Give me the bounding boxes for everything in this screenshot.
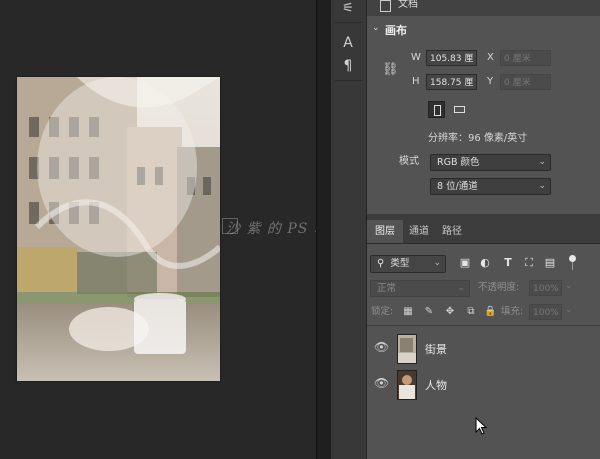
landscape-orientation-button[interactable] xyxy=(451,101,468,118)
lock-label: 锁定: xyxy=(371,306,394,317)
y-input[interactable]: 0 厘米 xyxy=(500,74,551,90)
layers-tab-bar: 图层 通道 路径 xyxy=(367,220,600,244)
mode-label: 模式 xyxy=(399,156,419,167)
x-label: X xyxy=(487,52,494,63)
portrait-orientation-button[interactable] xyxy=(428,101,445,118)
bit-depth-value: 8 位/通道 xyxy=(437,181,478,192)
lock-all-icon[interactable]: 🔒 xyxy=(484,306,496,318)
resolution-text: 分辨率：96 像素/英寸 xyxy=(428,133,528,144)
properties-header: 文档 xyxy=(367,0,600,16)
opacity-dropdown-icon[interactable]: ⌄ xyxy=(565,281,573,291)
watermark-logo-icon xyxy=(222,218,238,234)
panel-icon-strip: ⚟ A ¶ xyxy=(331,0,367,459)
chevron-down-icon: ⌄ xyxy=(538,181,546,191)
x-input[interactable]: 0 厘米 xyxy=(500,50,551,66)
lock-artboard-icon[interactable]: ⧉ xyxy=(465,306,477,318)
filter-type-icon[interactable]: T xyxy=(501,256,515,270)
layer-thumbnail xyxy=(397,334,417,364)
layer-row[interactable]: 👁 人物 xyxy=(367,366,600,402)
tab-paths[interactable]: 路径 xyxy=(435,220,469,243)
mouse-cursor-icon xyxy=(475,417,487,435)
layer-name: 街景 xyxy=(425,343,447,356)
panel-divider[interactable] xyxy=(316,0,331,459)
y-label: Y xyxy=(487,76,494,87)
properties-icon[interactable]: ⚟ xyxy=(337,0,359,18)
canvas-section-title: 画布 xyxy=(385,24,407,37)
lock-image-icon[interactable]: ✎ xyxy=(423,306,435,318)
color-mode-value: RGB 颜色 xyxy=(437,157,480,168)
chevron-down-icon: ⌄ xyxy=(433,258,441,268)
bit-depth-select[interactable]: 8 位/通道 ⌄ xyxy=(430,178,551,195)
right-panel: 文档 ⌄ 画布 ⛓ W 105.83 厘 X 0 厘米 H 158.75 厘 Y… xyxy=(367,0,600,459)
filter-pixel-icon[interactable]: ▣ xyxy=(458,256,472,270)
opacity-label: 不透明度: xyxy=(478,282,520,293)
visibility-eye-icon[interactable]: 👁 xyxy=(374,377,389,389)
filter-smart-object-icon[interactable]: ▤ xyxy=(543,256,557,270)
document-icon xyxy=(380,0,391,12)
layer-row[interactable]: 👁 街景 xyxy=(367,330,600,366)
blend-mode-value: 正常 xyxy=(377,283,397,294)
paragraph-icon[interactable]: ¶ xyxy=(337,57,359,75)
blend-mode-select[interactable]: 正常 ⌄ xyxy=(370,280,470,297)
tab-channels[interactable]: 通道 xyxy=(403,220,435,243)
filter-toggle-stem xyxy=(572,262,573,270)
filter-kind-value: 类型 xyxy=(390,258,410,269)
opacity-input[interactable]: 100% xyxy=(529,280,562,296)
lock-position-icon[interactable]: ✥ xyxy=(444,306,456,318)
composite-image xyxy=(17,77,220,381)
portrait-icon xyxy=(434,105,441,116)
properties-tab-label: 文档 xyxy=(398,0,418,10)
chevron-down-icon: ⌄ xyxy=(538,157,546,167)
width-label: W xyxy=(411,52,421,63)
filter-adjustment-icon[interactable]: ◐ xyxy=(478,256,492,270)
height-input[interactable]: 158.75 厘 xyxy=(426,74,477,90)
color-mode-select[interactable]: RGB 颜色 ⌄ xyxy=(430,154,551,171)
width-input[interactable]: 105.83 厘 xyxy=(426,50,477,66)
search-icon: ⚲ xyxy=(377,258,385,269)
layer-thumbnail xyxy=(397,370,417,400)
chevron-down-icon: ⌄ xyxy=(457,283,465,293)
visibility-eye-icon[interactable]: 👁 xyxy=(374,341,389,353)
filter-shape-icon[interactable]: ⛶ xyxy=(522,256,536,270)
divider xyxy=(367,325,600,326)
section-collapse-chevron-icon[interactable]: ⌄ xyxy=(372,23,380,33)
layer-name: 人物 xyxy=(425,379,447,392)
fill-label: 填充: xyxy=(501,306,524,317)
fill-dropdown-icon[interactable]: ⌄ xyxy=(565,305,573,315)
character-icon[interactable]: A xyxy=(337,34,359,52)
landscape-icon xyxy=(454,106,465,113)
lock-transparent-icon[interactable]: ▦ xyxy=(402,306,414,318)
document-canvas[interactable] xyxy=(17,77,220,381)
tab-layers[interactable]: 图层 xyxy=(367,220,403,243)
layer-filter-select[interactable]: ⚲ 类型 ⌄ xyxy=(370,255,446,273)
link-dimensions-icon[interactable]: ⛓ xyxy=(382,62,399,77)
filter-toggle-icon[interactable] xyxy=(569,255,576,262)
height-label: H xyxy=(412,76,420,87)
fill-input[interactable]: 100% xyxy=(529,304,562,320)
